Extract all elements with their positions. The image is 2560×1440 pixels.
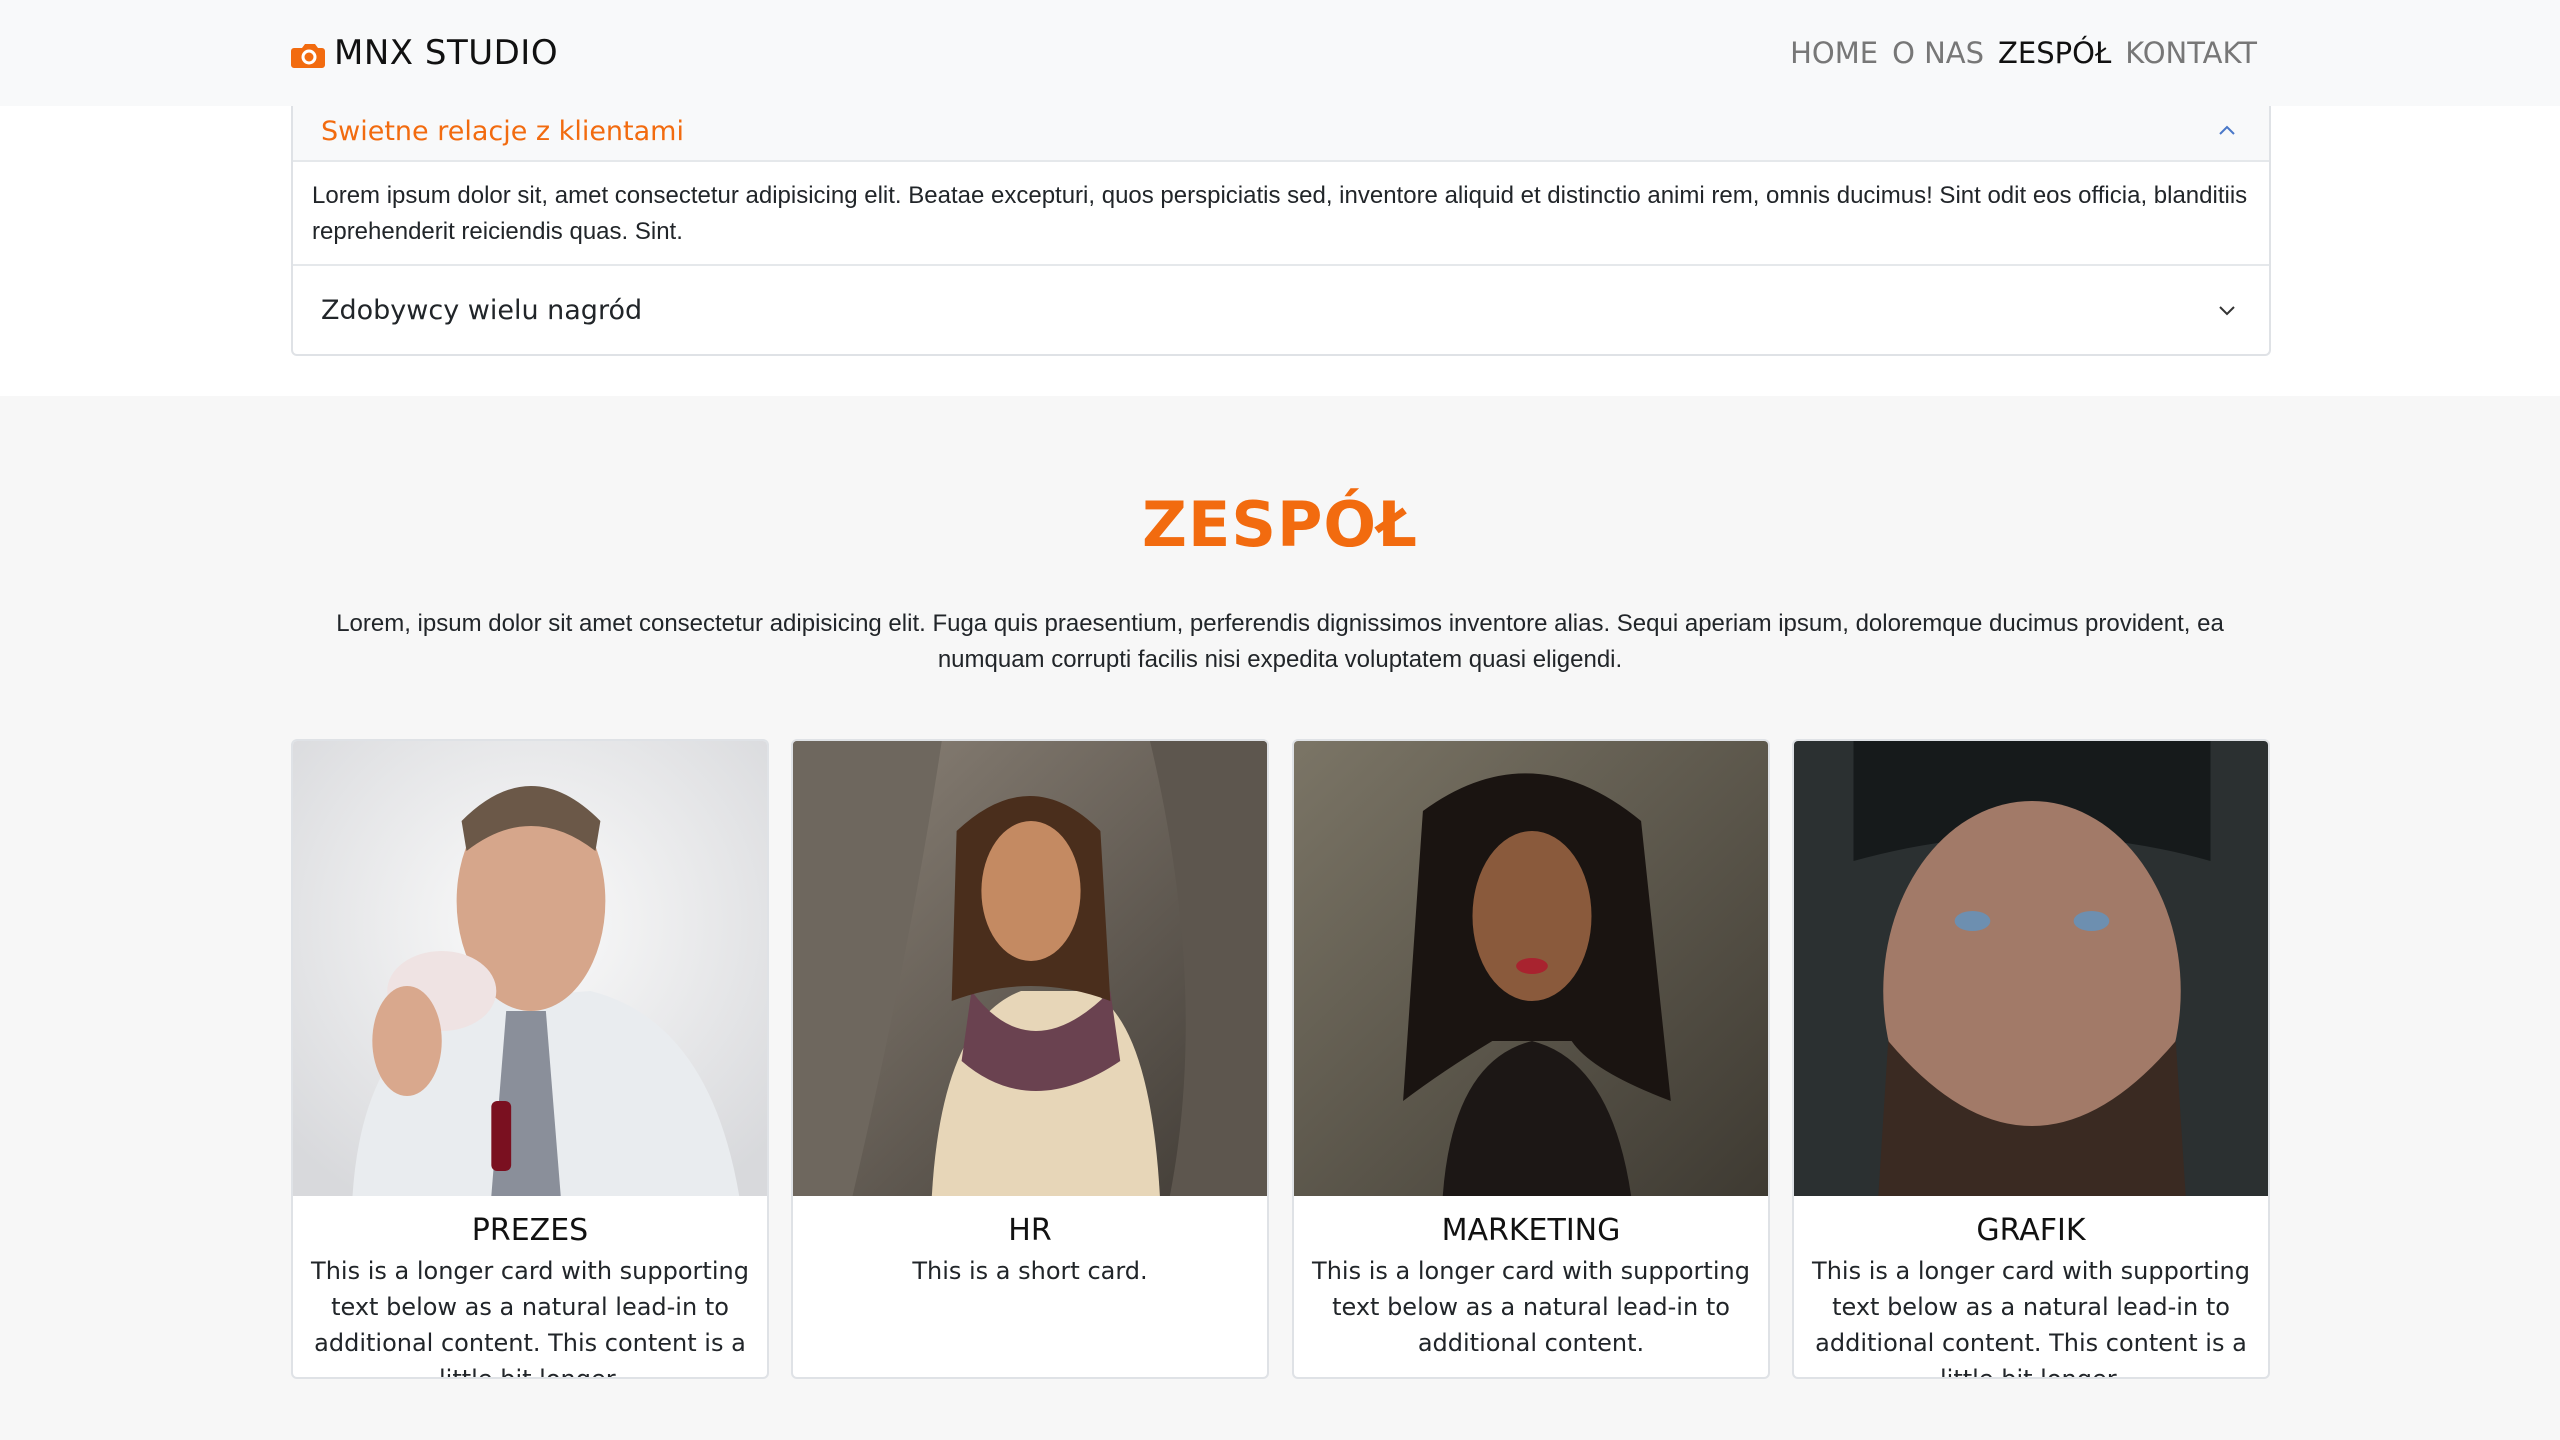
chevron-up-icon [2219, 125, 2235, 135]
nav-link-zespol[interactable]: ZESPÓŁ [1991, 36, 2118, 70]
card-text: This is a longer card with supporting te… [1312, 1257, 1750, 1357]
card-title: GRAFIK [1976, 1213, 2086, 1248]
brand-label: MNX STUDIO [334, 33, 559, 73]
card-text: This is a longer card with supporting te… [1812, 1257, 2250, 1379]
navbar: MNX STUDIO HOME O NAS ZESPÓŁ KONTAKT [0, 0, 2560, 106]
team-cards: PREZES This is a longer card with suppor… [291, 739, 2271, 1379]
card-title: PREZES [471, 1213, 589, 1248]
section-title: ZESPÓŁ [1142, 488, 1418, 561]
team-card: GRAFIK This is a longer card with suppor… [1792, 739, 2270, 1379]
card-title: HR [1008, 1213, 1052, 1248]
team-section: ZESPÓŁ Lorem, ipsum dolor sit amet conse… [0, 396, 2560, 1440]
team-photo [293, 741, 767, 1196]
accordion-title: Zdobywcy wielu nagród [321, 294, 643, 326]
accordion-header-awards[interactable]: Zdobywcy wielu nagród [293, 266, 2269, 354]
accordion-body: Lorem ipsum dolor sit, amet consectetur … [293, 164, 2269, 266]
team-card: PREZES This is a longer card with suppor… [291, 739, 769, 1379]
team-photo [793, 741, 1267, 1196]
section-lead: Lorem, ipsum dolor sit amet consectetur … [336, 610, 2224, 673]
accordion-title: Swietne relacje z klientami [321, 115, 684, 147]
nav-link-o-nas[interactable]: O NAS [1885, 36, 1991, 70]
card-text: This is a longer card with supporting te… [311, 1257, 749, 1379]
camera-icon [290, 39, 326, 68]
brand[interactable]: MNX STUDIO [290, 30, 558, 76]
about-section: Swietne relacje z klientami Lorem ipsum … [0, 102, 2560, 396]
accordion: Swietne relacje z klientami Lorem ipsum … [291, 102, 2271, 356]
team-card: MARKETING This is a longer card with sup… [1292, 739, 1770, 1379]
team-photo [1794, 741, 2268, 1196]
chevron-down-icon [2219, 306, 2235, 316]
nav-menu: HOME O NAS ZESPÓŁ KONTAKT [1783, 32, 2264, 74]
card-text: This is a short card. [912, 1257, 1148, 1285]
nav-link-home[interactable]: HOME [1783, 36, 1885, 70]
nav-link-kontakt[interactable]: KONTAKT [2118, 36, 2264, 70]
card-title: MARKETING [1441, 1213, 1621, 1248]
team-photo [1294, 741, 1768, 1196]
accordion-header-relations[interactable]: Swietne relacje z klientami [293, 102, 2269, 162]
team-card: HR This is a short card. [791, 739, 1269, 1379]
